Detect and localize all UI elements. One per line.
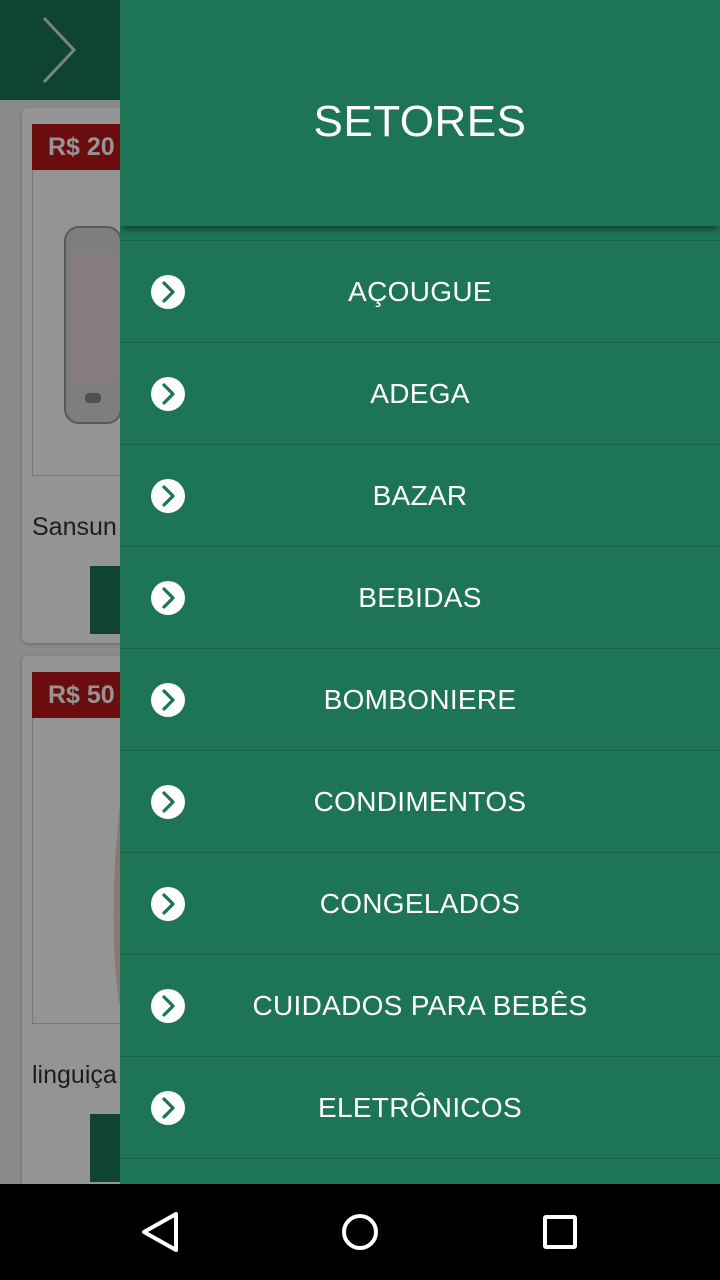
sector-item-eletronicos[interactable]: ELETRÔNICOS bbox=[120, 1056, 720, 1158]
sector-list: AÇOUGUE ADEGA BAZAR BEBIDAS BOMBONIERE C… bbox=[120, 240, 720, 1184]
sectors-drawer: SETORES AÇOUGUE ADEGA BAZAR BEBIDAS BOMB… bbox=[120, 0, 720, 1184]
drawer-header: SETORES bbox=[120, 0, 720, 226]
sector-item-partial[interactable] bbox=[120, 1158, 720, 1184]
sector-label: ADEGA bbox=[370, 378, 470, 409]
home-circle-icon[interactable] bbox=[332, 1204, 388, 1260]
sector-item-cuidados-para-bebes[interactable]: CUIDADOS PARA BEBÊS bbox=[120, 954, 720, 1056]
recent-apps-square-icon[interactable] bbox=[532, 1204, 588, 1260]
back-triangle-icon[interactable] bbox=[132, 1204, 188, 1260]
sector-item-bebidas[interactable]: BEBIDAS bbox=[120, 546, 720, 648]
sector-item-congelados[interactable]: CONGELADOS bbox=[120, 852, 720, 954]
sector-label: BEBIDAS bbox=[358, 582, 482, 613]
sector-label: CUIDADOS PARA BEBÊS bbox=[252, 990, 588, 1021]
sector-label: BOMBONIERE bbox=[323, 684, 517, 715]
drawer-title: SETORES bbox=[313, 97, 527, 146]
sector-label: AÇOUGUE bbox=[348, 276, 492, 307]
sector-item-condimentos[interactable]: CONDIMENTOS bbox=[120, 750, 720, 852]
sector-label: BAZAR bbox=[372, 480, 468, 511]
system-navigation-bar bbox=[0, 1184, 720, 1280]
sector-item-acougue[interactable]: AÇOUGUE bbox=[120, 240, 720, 342]
sector-item-adega[interactable]: ADEGA bbox=[120, 342, 720, 444]
sector-label: CONDIMENTOS bbox=[313, 786, 527, 817]
sector-label: ELETRÔNICOS bbox=[317, 1092, 522, 1123]
sector-label: CONGELADOS bbox=[319, 888, 521, 919]
sector-item-bazar[interactable]: BAZAR bbox=[120, 444, 720, 546]
sector-item-bomboniere[interactable]: BOMBONIERE bbox=[120, 648, 720, 750]
